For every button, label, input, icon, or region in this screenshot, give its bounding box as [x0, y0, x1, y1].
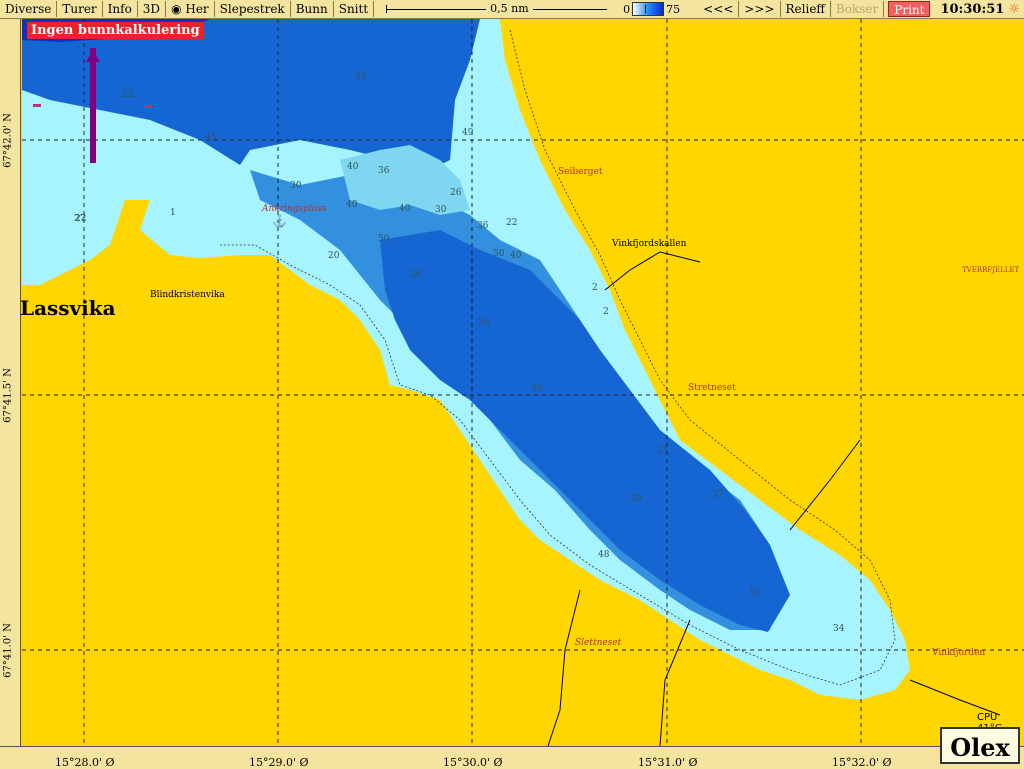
relief-button[interactable]: Relieff — [781, 1, 831, 17]
depth-sounding: 2 — [592, 283, 598, 293]
depth-sounding: 45 — [205, 133, 217, 143]
depth-sounding: 2 — [603, 307, 609, 317]
clock: 10:30:51 — [940, 1, 1005, 17]
place-stretneset: Stretneset — [688, 383, 736, 393]
depth-sounding: 55 — [749, 588, 761, 598]
depth-min: 0 — [623, 2, 631, 16]
depth-sounding: 40 — [347, 162, 359, 172]
depth-sounding: 49 — [462, 128, 474, 138]
menu-bunn[interactable]: Bunn — [291, 1, 334, 17]
depth-color-scale[interactable]: 0 75 — [623, 2, 680, 16]
depth-sounding: 40 — [346, 200, 358, 210]
lat-label: 67°42.0' N — [2, 113, 14, 168]
heading-arrow-shaft — [90, 48, 96, 163]
depth-sounding: 22 — [506, 218, 518, 228]
lon-label: 15°31.0' Ø — [638, 756, 698, 769]
nav-forward-button[interactable]: >>> — [739, 1, 781, 17]
depth-sounding: 39 — [531, 384, 543, 394]
depth-sounding: 33 — [355, 72, 367, 82]
print-button[interactable]: Print — [888, 1, 931, 17]
depth-sounding: 30 — [290, 181, 302, 191]
target-icon: ◉ — [171, 2, 186, 16]
menu-turer[interactable]: Turer — [57, 1, 103, 17]
lon-label: 15°28.0' Ø — [55, 756, 115, 769]
menu-her-label: Her — [185, 2, 209, 16]
depth-sounding: 36 — [410, 270, 422, 280]
lat-label: 67°41.0' N — [2, 623, 14, 678]
depth-sounding: 36 — [477, 221, 489, 231]
depth-sounding: 37 — [712, 490, 724, 500]
mark-right — [145, 105, 153, 108]
depth-sounding: 48 — [598, 550, 610, 560]
place-blindkristenvika: Blindkristenvika — [150, 290, 225, 300]
place-seiberget: Seiberget — [558, 167, 603, 177]
depth-sounding: 40 — [510, 251, 522, 261]
depth-sounding: 26 — [450, 188, 462, 198]
place-tverrfjellet: TVERRFJELLET — [962, 266, 1020, 274]
menu-her[interactable]: ◉ Her — [166, 1, 215, 17]
mark-left — [33, 104, 41, 107]
place-vinkfjordskallen: Vinkfjordskallen — [612, 239, 687, 249]
depth-sounding: 22 — [122, 90, 134, 100]
depth-sounding: 36 — [478, 318, 490, 328]
anchor-icon: ⚓ — [272, 214, 287, 228]
lon-label: 15°30.0' Ø — [443, 756, 503, 769]
depth-max: 75 — [666, 2, 681, 16]
depth-sounding: 27 — [74, 214, 86, 224]
menu-diverse[interactable]: Diverse — [0, 1, 58, 17]
depth-sounding: 50 — [378, 234, 390, 244]
olex-logo: Olex — [940, 727, 1020, 764]
depth-sounding: 20 — [328, 251, 340, 261]
depth-gradient — [632, 2, 665, 16]
depth-sounding: 1 — [170, 208, 176, 218]
menu-3d[interactable]: 3D — [138, 1, 167, 17]
place-slettneset: Slettneset — [575, 638, 622, 648]
no-bottom-calc-alert: Ingen bunnkalkulering — [27, 22, 204, 39]
place-vinkfjorden: Vinkfjorden — [932, 648, 986, 658]
lon-label: 15°29.0' Ø — [249, 756, 309, 769]
scale-bar: 0,5 nm — [386, 1, 647, 17]
depth-sounding: 30 — [630, 494, 642, 504]
place-lassvika: Lassvika — [20, 296, 116, 320]
boxes-button[interactable]: Bokser — [831, 1, 885, 17]
scale-label: 0,5 nm — [486, 2, 533, 15]
place-ankringsplass: Ankringsplass — [262, 204, 327, 214]
depth-sounding: 40 — [399, 204, 411, 214]
menu-slepestrek[interactable]: Slepestrek — [215, 1, 291, 17]
depth-sounding: 50 — [493, 249, 505, 259]
depth-sounding: 37 — [657, 446, 669, 456]
depth-sounding: 34 — [833, 624, 845, 634]
lat-label: 67°41.5' N — [2, 368, 14, 423]
depth-sounding: 30 — [435, 205, 447, 215]
menu-snitt[interactable]: Snitt — [334, 1, 375, 17]
nav-back-button[interactable]: <<< — [698, 1, 740, 17]
lon-label: 15°32.0' Ø — [832, 756, 892, 769]
menu-info[interactable]: Info — [103, 1, 138, 17]
sun-icon[interactable]: ☼ — [1008, 2, 1024, 17]
top-toolbar: Diverse Turer Info 3D ◉ Her Slepestrek B… — [0, 0, 1024, 19]
depth-sounding: 36 — [378, 166, 390, 176]
sea-chart[interactable]: ⚓ — [0, 19, 1024, 747]
